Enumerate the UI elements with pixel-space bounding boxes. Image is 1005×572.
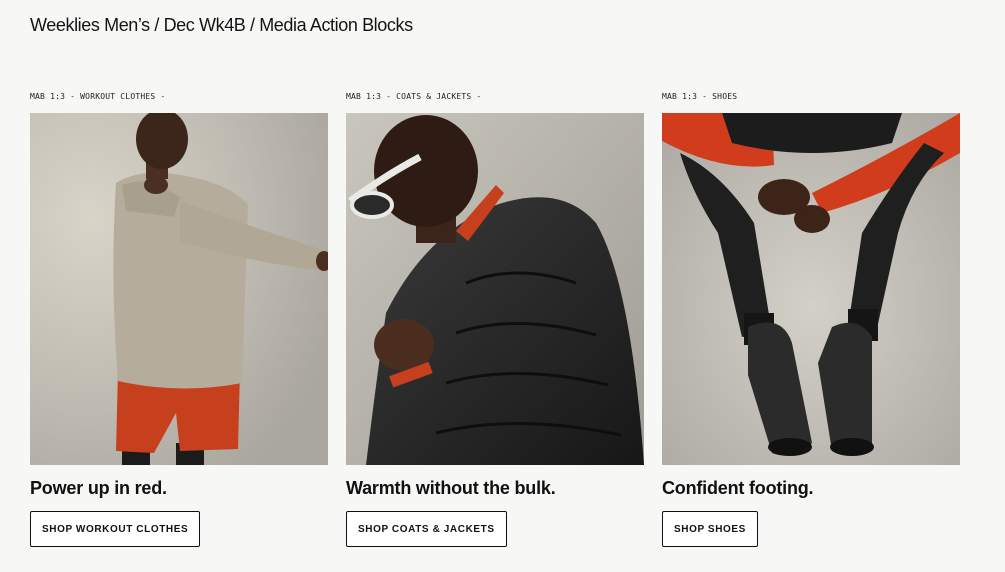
shop-coats-jackets-button[interactable]: SHOP COATS & JACKETS xyxy=(346,511,507,547)
block-label: MAB 1:3 - SHOES xyxy=(662,92,738,101)
coats-jackets-image[interactable] xyxy=(346,113,644,465)
media-action-block-coats: MAB 1:3 - COATS & JACKETS - Warmth witho… xyxy=(346,0,644,572)
block-headline: Warmth without the bulk. xyxy=(346,478,556,498)
shop-workout-clothes-button[interactable]: SHOP WORKOUT CLOTHES xyxy=(30,511,201,547)
block-label: MAB 1:3 - WORKOUT CLOTHES - xyxy=(30,92,166,101)
shoes-image[interactable] xyxy=(662,113,960,465)
media-action-block-workout: MAB 1:3 - WORKOUT CLOTHES - Power up in … xyxy=(30,0,328,572)
workout-clothes-image[interactable] xyxy=(30,113,328,465)
block-label: MAB 1:3 - COATS & JACKETS - xyxy=(346,92,482,101)
media-action-block-shoes: MAB 1:3 - SHOES Confident footing. SHOP … xyxy=(662,0,960,572)
block-headline: Confident footing. xyxy=(662,478,814,498)
shop-shoes-button[interactable]: SHOP SHOES xyxy=(662,511,758,547)
block-headline: Power up in red. xyxy=(30,478,167,498)
